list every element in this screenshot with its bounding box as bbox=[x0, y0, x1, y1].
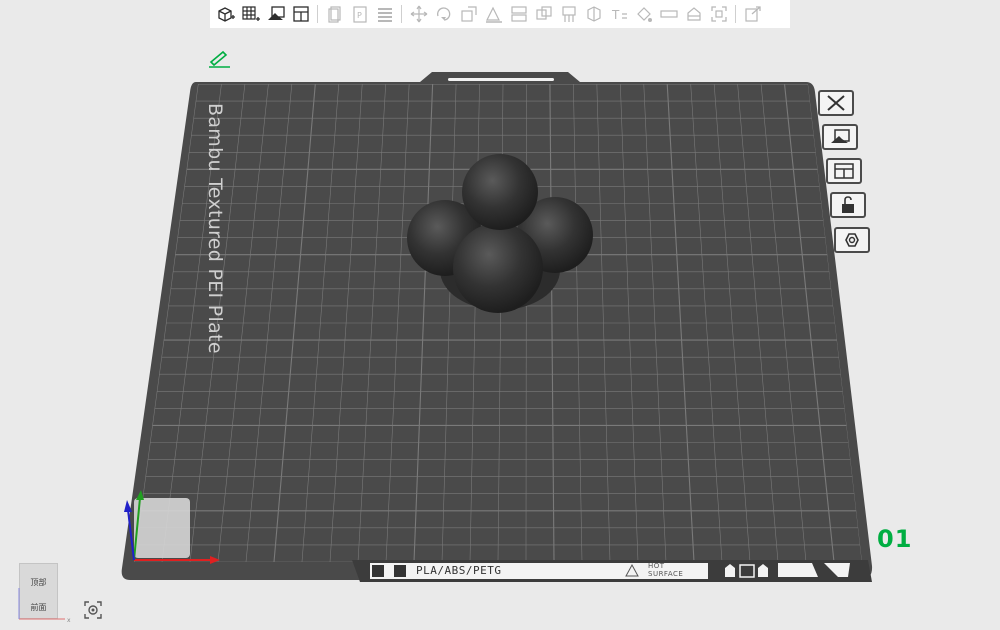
lock-plate-button[interactable] bbox=[830, 192, 866, 218]
unlock-icon bbox=[842, 196, 854, 213]
plate-settings-button[interactable] bbox=[834, 227, 870, 253]
fit-view-icon[interactable] bbox=[83, 600, 103, 620]
close-icon bbox=[827, 95, 845, 111]
svg-text:x: x bbox=[67, 617, 71, 624]
plate-handle bbox=[448, 78, 554, 81]
plate-number[interactable]: 01 bbox=[877, 525, 912, 553]
hot-surface-label: HOT SURFACE bbox=[648, 562, 684, 578]
delete-plate-button[interactable] bbox=[818, 90, 854, 116]
arrange-plate-button[interactable] bbox=[826, 158, 862, 184]
hexagon-nut-icon bbox=[845, 233, 859, 247]
arrange-icon bbox=[834, 163, 854, 179]
plate-frame bbox=[121, 72, 873, 580]
auto-arrange-button[interactable] bbox=[822, 124, 858, 150]
plate-origin-patch bbox=[134, 498, 190, 558]
plate-type-label: Bambu Textured PEI Plate bbox=[204, 103, 226, 354]
view-cube-axes: x bbox=[18, 588, 71, 624]
filament-types-label: PLA/ABS/PETG bbox=[416, 564, 502, 577]
auto-orient-icon bbox=[831, 129, 850, 143]
